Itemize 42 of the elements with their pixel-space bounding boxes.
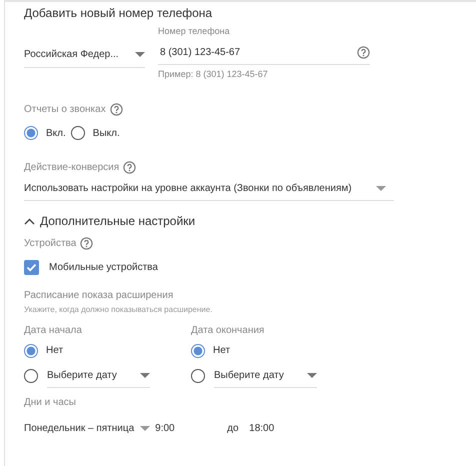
help-icon[interactable] bbox=[110, 102, 123, 116]
caret-icon bbox=[376, 186, 386, 191]
time-field[interactable]: 18:00 bbox=[249, 422, 274, 434]
option-label[interactable]: Вкл. bbox=[46, 128, 66, 138]
conversion-dropdown[interactable]: Использовать настройки на уровне аккаунта (Звонки по объявлениям) bbox=[24, 177, 394, 201]
country-dropdown[interactable]: Российская Федер... bbox=[24, 36, 145, 68]
option-label[interactable]: Нет bbox=[46, 345, 64, 356]
option-label[interactable]: Мобильные устройства bbox=[49, 262, 158, 272]
field-label: Отчеты о звонках bbox=[24, 104, 106, 114]
field-hint: Пример: 8 (301) 123-45-67 bbox=[158, 69, 269, 79]
help-icon[interactable] bbox=[357, 46, 370, 58]
radio-button[interactable] bbox=[24, 344, 38, 358]
section-title: Добавить новый номер телефона bbox=[24, 5, 214, 22]
option-label[interactable]: Нет bbox=[213, 345, 230, 356]
field-label: Устройства bbox=[24, 238, 76, 248]
radio-button[interactable] bbox=[191, 368, 205, 382]
radio-button[interactable] bbox=[24, 368, 38, 382]
caret-icon bbox=[135, 52, 145, 57]
date-dropdown[interactable]: Выберите дату bbox=[47, 363, 150, 388]
caret-icon bbox=[307, 372, 317, 378]
advanced-toggle[interactable]: Дополнительные настройки bbox=[24, 211, 476, 231]
radio-button[interactable] bbox=[191, 344, 205, 358]
help-icon[interactable] bbox=[123, 160, 136, 174]
date-dropdown[interactable]: Выберите дату bbox=[214, 363, 317, 388]
field-label: Дата окончания bbox=[191, 324, 264, 336]
phone-field[interactable]: 8 (301) 123-45-67 bbox=[158, 40, 370, 65]
option-label[interactable]: Выкл. bbox=[92, 128, 120, 138]
time-field[interactable]: 9:00 bbox=[155, 422, 228, 434]
field-label: Номер телефона bbox=[158, 26, 231, 38]
field-hint: Укажите, когда должно показываться расширение. bbox=[24, 305, 214, 314]
field-label: Дата начала bbox=[24, 324, 82, 336]
caret-icon bbox=[140, 426, 150, 430]
radio-button[interactable] bbox=[24, 126, 38, 140]
field-label: Расписание показа расширения bbox=[24, 290, 174, 300]
caret-icon bbox=[140, 372, 150, 378]
radio-button[interactable] bbox=[70, 126, 85, 140]
field-label: Дни и часы bbox=[24, 396, 76, 408]
field-label: Действие-конверсия bbox=[24, 162, 120, 172]
help-icon[interactable] bbox=[80, 236, 94, 250]
days-dropdown[interactable]: Понедельник – пятница bbox=[24, 422, 150, 434]
separator-text: до bbox=[227, 422, 240, 434]
checkbox[interactable] bbox=[24, 260, 39, 274]
